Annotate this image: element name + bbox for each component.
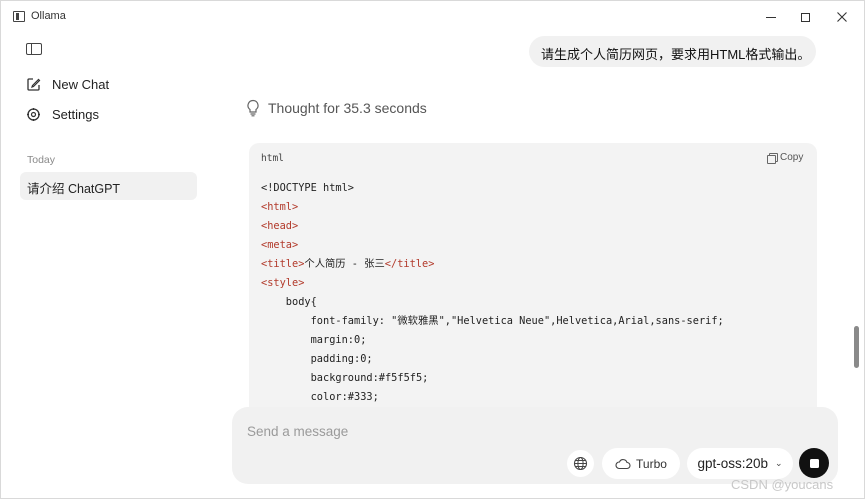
minimize-icon [766,16,776,18]
thought-label: Thought for 35.3 seconds [268,100,427,116]
code-line: <head> [261,220,299,232]
settings-button[interactable]: Settings [25,103,99,125]
settings-label: Settings [52,106,99,122]
copy-icon [767,152,778,164]
cloud-icon [615,458,631,469]
message-input[interactable] [247,421,647,441]
maximize-icon [800,12,810,22]
code-line: <style> [261,277,305,289]
message-composer: Turbo gpt-oss:20b ⌄ [232,407,838,484]
scrollbar-thumb[interactable] [854,326,859,368]
new-chat-button[interactable]: New Chat [25,73,109,95]
turbo-label: Turbo [636,456,667,471]
copy-button[interactable]: Copy [767,152,804,164]
chat-list-item[interactable]: 请介绍 ChatGPT [20,172,197,200]
code-line: <!DOCTYPE html> [261,182,354,194]
model-selector[interactable]: gpt-oss:20b ⌄ [687,448,793,479]
code-line: padding:0; [261,353,373,365]
compose-icon [25,76,41,92]
code-line: <title>个人简历 - 张三</title> [261,258,435,270]
minimize-button[interactable] [756,5,786,29]
web-search-button[interactable] [567,450,594,477]
window-title: Ollama [31,10,66,22]
code-line: color:#333; [261,391,379,403]
code-line: <meta> [261,239,299,251]
app-window: Ollama New Chat Settings Today 请介绍 ChatG… [0,0,865,499]
user-message-bubble: 请生成个人简历网页，要求用HTML格式输出。 [529,36,816,67]
code-line: body{ [261,296,317,308]
gear-icon [25,106,41,122]
model-label: gpt-oss:20b [697,456,768,471]
title-bar: Ollama [1,1,864,33]
code-line: font-family: "微软雅黑","Helvetica Neue",Hel… [261,315,724,327]
code-line: background:#f5f5f5; [261,372,429,384]
section-label-today: Today [27,154,56,166]
chevron-down-icon: ⌄ [775,458,783,468]
code-content: <!DOCTYPE html> <html> <head> <meta> <title>… [261,179,724,407]
close-button[interactable] [827,5,857,29]
new-chat-label: New Chat [52,76,110,92]
code-block: html Copy <!DOCTYPE html> <html> <head> <me… [249,143,817,409]
code-line: <html> [261,201,299,213]
thought-toggle[interactable]: Thought for 35.3 seconds [246,99,427,117]
maximize-button[interactable] [790,5,820,29]
turbo-toggle[interactable]: Turbo [602,448,680,479]
ollama-app-icon [13,11,25,22]
code-line: margin:0; [261,334,367,346]
stop-button[interactable] [799,448,829,478]
globe-icon [573,456,588,471]
stop-icon [809,458,819,468]
watermark: CSDN @youcans [731,477,834,492]
close-icon [837,12,847,22]
sidebar-toggle-icon[interactable] [26,43,42,55]
code-language-label: html [261,153,284,164]
lightbulb-icon [247,99,259,117]
copy-label: Copy [780,152,804,163]
